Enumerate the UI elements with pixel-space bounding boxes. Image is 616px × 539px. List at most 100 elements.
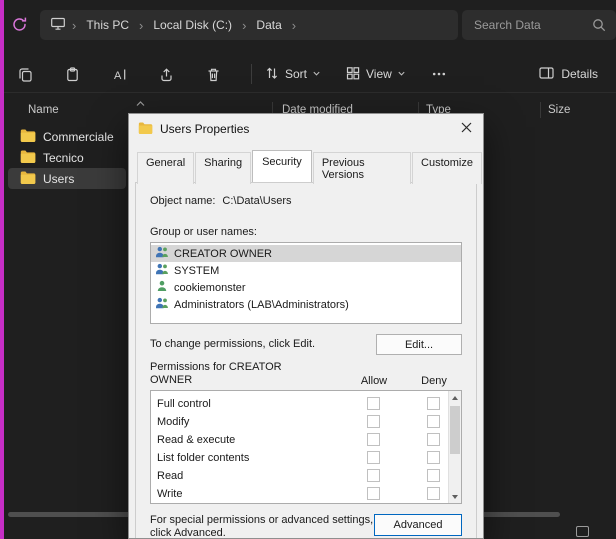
more-options-icon[interactable] xyxy=(430,65,448,83)
dialog-titlebar: Users Properties xyxy=(129,114,483,144)
group-name: CREATOR OWNER xyxy=(174,248,272,260)
details-pane-toggle[interactable]: Details xyxy=(538,65,598,84)
tab-previous-versions[interactable]: Previous Versions xyxy=(313,152,411,184)
share-icon[interactable] xyxy=(157,65,175,83)
advanced-row: For special permissions or advanced sett… xyxy=(150,514,462,539)
file-row-commerciale[interactable]: Commerciale xyxy=(8,126,126,147)
details-label: Details xyxy=(561,67,598,81)
group-row-creator-owner[interactable]: CREATOR OWNER xyxy=(151,245,461,262)
view-menu[interactable]: View xyxy=(345,65,406,84)
column-name[interactable]: Name xyxy=(28,104,59,116)
group-name: SYSTEM xyxy=(174,265,219,277)
allow-checkbox[interactable] xyxy=(367,415,380,428)
permission-row-list-folder-contents[interactable]: List folder contents xyxy=(151,449,461,467)
group-icon xyxy=(155,246,169,261)
folder-icon xyxy=(138,122,153,137)
permissions-scrollbar[interactable] xyxy=(448,391,461,503)
breadcrumb-local-disk[interactable]: Local Disk (C:) xyxy=(149,16,236,34)
scrollbar-thumb[interactable] xyxy=(450,406,460,454)
group-row-administrators[interactable]: Administrators (LAB\Administrators) xyxy=(151,296,461,313)
tab-customize[interactable]: Customize xyxy=(412,152,482,184)
breadcrumb-chevron: › xyxy=(71,18,77,33)
scroll-down-icon[interactable] xyxy=(449,490,461,503)
permission-row-write[interactable]: Write xyxy=(151,485,461,503)
allow-checkbox[interactable] xyxy=(367,487,380,500)
allow-column-label: Allow xyxy=(358,375,390,387)
breadcrumb-chevron: › xyxy=(291,18,297,33)
permissions-header: Permissions for CREATOR OWNER Allow Deny xyxy=(150,361,462,388)
paste-icon[interactable] xyxy=(63,65,81,83)
search-input[interactable] xyxy=(462,18,592,32)
rename-icon[interactable]: A xyxy=(110,65,128,83)
accent-strip xyxy=(0,0,4,539)
search-icon xyxy=(592,18,606,32)
file-name: Tecnico xyxy=(43,151,84,165)
deny-checkbox[interactable] xyxy=(427,451,440,464)
sort-menu[interactable]: Sort xyxy=(264,65,321,84)
address-bar[interactable]: › This PC › Local Disk (C:) › Data › xyxy=(40,10,458,40)
allow-checkbox[interactable] xyxy=(367,451,380,464)
deny-checkbox[interactable] xyxy=(427,415,440,428)
permission-row-modify[interactable]: Modify xyxy=(151,413,461,431)
deny-checkbox[interactable] xyxy=(427,397,440,410)
delete-icon[interactable] xyxy=(204,65,222,83)
refresh-icon xyxy=(11,16,28,38)
tab-sharing[interactable]: Sharing xyxy=(195,152,251,184)
allow-checkbox[interactable] xyxy=(367,397,380,410)
file-row-tecnico[interactable]: Tecnico xyxy=(8,147,126,168)
deny-checkbox[interactable] xyxy=(427,469,440,482)
edit-hint: To change permissions, click Edit. xyxy=(150,338,315,350)
tab-general[interactable]: General xyxy=(137,152,194,184)
allow-checkbox[interactable] xyxy=(367,433,380,446)
view-toggle-icon[interactable] xyxy=(576,526,589,537)
sort-icon xyxy=(264,65,280,84)
breadcrumb-data[interactable]: Data xyxy=(252,16,285,34)
breadcrumb-chevron: › xyxy=(138,18,144,33)
this-pc-icon[interactable] xyxy=(50,16,66,34)
edit-button[interactable]: Edit... xyxy=(376,334,462,355)
sort-ascending-indicator xyxy=(136,98,145,110)
folder-icon xyxy=(20,171,36,187)
group-icon xyxy=(155,263,169,278)
view-icon xyxy=(345,65,361,84)
file-row-users[interactable]: Users xyxy=(8,168,126,189)
permission-name: Modify xyxy=(157,416,189,428)
column-separator[interactable] xyxy=(540,102,541,118)
sort-label: Sort xyxy=(285,67,307,81)
tab-security[interactable]: Security xyxy=(252,150,312,182)
object-name-value: C:\Data\Users xyxy=(222,195,291,207)
chevron-down-icon xyxy=(312,67,321,81)
close-button[interactable] xyxy=(449,114,483,144)
permissions-list: Full control Modify Read & execute List … xyxy=(150,390,462,504)
permission-row-full-control[interactable]: Full control xyxy=(151,395,461,413)
security-tab-page: Object name: C:\Data\Users Group or user… xyxy=(135,182,477,539)
permission-name: List folder contents xyxy=(157,452,249,464)
copy-icon[interactable] xyxy=(16,65,34,83)
object-name-row: Object name: C:\Data\Users xyxy=(150,195,462,207)
group-icon xyxy=(155,297,169,312)
breadcrumb-chevron: › xyxy=(241,18,247,33)
advanced-button[interactable]: Advanced xyxy=(374,514,462,536)
view-label: View xyxy=(366,67,392,81)
refresh-button[interactable] xyxy=(9,17,29,37)
edit-row: To change permissions, click Edit. Edit.… xyxy=(150,334,462,355)
user-icon xyxy=(155,280,169,295)
deny-checkbox[interactable] xyxy=(427,433,440,446)
allow-checkbox[interactable] xyxy=(367,469,380,482)
details-pane-icon xyxy=(538,65,555,84)
command-toolbar: A Sort View xyxy=(0,56,616,93)
group-row-system[interactable]: SYSTEM xyxy=(151,262,461,279)
group-list-label: Group or user names: xyxy=(150,226,462,238)
permission-row-read[interactable]: Read xyxy=(151,467,461,485)
chevron-down-icon xyxy=(397,67,406,81)
permission-row-read-execute[interactable]: Read & execute xyxy=(151,431,461,449)
scroll-up-icon[interactable] xyxy=(449,391,461,404)
svg-text:A: A xyxy=(114,69,122,81)
column-size[interactable]: Size xyxy=(548,104,570,116)
search-box[interactable] xyxy=(462,10,616,40)
breadcrumb-this-pc[interactable]: This PC xyxy=(82,16,133,34)
deny-checkbox[interactable] xyxy=(427,487,440,500)
group-row-cookiemonster[interactable]: cookiemonster xyxy=(151,279,461,296)
permission-name: Read xyxy=(157,470,183,482)
permission-name: Write xyxy=(157,488,182,500)
